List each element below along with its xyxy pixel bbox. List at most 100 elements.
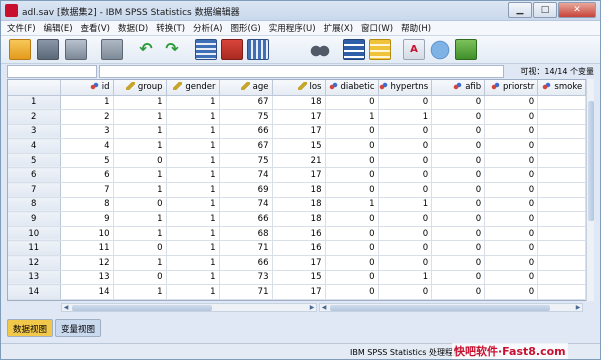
data-cell[interactable]: 0 [484, 167, 539, 184]
data-cell[interactable]: 0 [484, 153, 539, 169]
data-cell[interactable]: 15 [272, 138, 326, 154]
data-cell[interactable]: 0 [484, 240, 539, 257]
data-cell[interactable]: 0 [484, 270, 539, 286]
menu-graphs[interactable]: 图形(G) [228, 22, 266, 34]
data-cell[interactable]: 2 [60, 109, 114, 125]
data-cell[interactable]: 1 [166, 211, 220, 227]
data-cell[interactable]: 0 [378, 124, 433, 140]
data-cell[interactable]: 0 [325, 255, 379, 271]
data-cell[interactable]: 0 [484, 299, 539, 300]
data-cell[interactable] [537, 167, 587, 184]
data-cell[interactable]: 7 [60, 182, 114, 198]
data-cell[interactable]: 21 [272, 153, 326, 169]
data-cell[interactable]: 0 [378, 182, 433, 198]
data-cell[interactable]: 0 [431, 240, 486, 257]
horizontal-scroll-thumb-left[interactable] [72, 305, 212, 311]
data-cell[interactable]: 0 [325, 211, 379, 227]
data-cell[interactable]: 0 [378, 167, 433, 184]
data-cell[interactable]: 0 [484, 255, 539, 271]
data-cell[interactable]: 1 [166, 284, 220, 300]
menu-analyze[interactable]: 分析(A) [191, 22, 228, 34]
data-cell[interactable]: 0 [378, 240, 433, 257]
data-cell[interactable]: 1 [113, 211, 167, 227]
data-cell[interactable]: 0 [431, 255, 486, 271]
data-cell[interactable]: 8 [60, 197, 114, 213]
data-cell[interactable]: 13 [60, 270, 114, 286]
column-header-los[interactable]: los [272, 80, 326, 96]
dialog-recall-icon[interactable] [101, 39, 123, 60]
cell-value-field[interactable] [99, 65, 504, 78]
column-header-hypertns[interactable]: hypertns [378, 80, 433, 96]
data-cell[interactable]: 6 [60, 167, 114, 184]
data-cell[interactable]: 17 [272, 284, 326, 300]
data-cell[interactable]: 1 [325, 109, 379, 125]
data-cell[interactable]: 0 [325, 240, 379, 257]
data-cell[interactable]: 0 [325, 299, 379, 300]
data-cell[interactable] [537, 255, 587, 271]
horizontal-scrollbar-left[interactable]: ◀ ▶ [61, 303, 317, 312]
data-cell[interactable]: 66 [219, 255, 273, 271]
data-cell[interactable]: 75 [219, 299, 273, 300]
column-header-gender[interactable]: gender [166, 80, 220, 96]
data-cell[interactable]: 11 [60, 240, 114, 257]
data-cell[interactable]: 1 [325, 197, 379, 213]
data-cell[interactable]: 0 [431, 167, 486, 184]
data-grid[interactable]: id group gender age los diabetic hypertns afib p… [7, 79, 592, 301]
data-cell[interactable]: 0 [484, 124, 539, 140]
data-cell[interactable]: 0 [378, 95, 433, 111]
data-cell[interactable]: 0 [484, 197, 539, 213]
data-cell[interactable]: 0 [431, 153, 486, 169]
row-number[interactable]: 12 [8, 255, 61, 271]
data-cell[interactable]: 0 [325, 153, 379, 169]
data-cell[interactable]: 0 [113, 197, 167, 213]
data-cell[interactable]: 0 [113, 270, 167, 286]
row-number[interactable]: 1 [8, 95, 61, 111]
data-cell[interactable]: 0 [431, 138, 486, 154]
minimize-button[interactable]: ▁ [508, 2, 532, 18]
data-cell[interactable]: 66 [219, 124, 273, 140]
row-number[interactable]: 3 [8, 124, 61, 140]
data-cell[interactable]: 0 [484, 284, 539, 300]
data-cell[interactable]: 9 [60, 211, 114, 227]
data-cell[interactable]: 0 [484, 138, 539, 154]
data-cell[interactable]: 0 [484, 109, 539, 125]
close-button[interactable]: ✕ [558, 2, 596, 18]
data-cell[interactable]: 1 [113, 182, 167, 198]
data-cell[interactable]: 0 [431, 197, 486, 213]
data-cell[interactable]: 1 [113, 138, 167, 154]
data-cell[interactable]: 4 [60, 138, 114, 154]
maximize-button[interactable]: □ [533, 2, 557, 18]
print-icon[interactable] [65, 39, 87, 60]
data-cell[interactable]: 0 [431, 284, 486, 300]
data-cell[interactable]: 17 [272, 255, 326, 271]
data-cell[interactable]: 0 [378, 284, 433, 300]
column-header-id[interactable]: id [60, 80, 114, 96]
data-cell[interactable]: 1 [166, 255, 220, 271]
vertical-scrollbar[interactable] [586, 79, 594, 301]
horizontal-scrollbar-right[interactable]: ◀ ▶ [319, 303, 583, 312]
horizontal-scroll-thumb-right[interactable] [330, 305, 550, 311]
data-cell[interactable]: 0 [484, 226, 539, 242]
data-cell[interactable]: 1 [166, 95, 220, 111]
data-cell[interactable]: 74 [219, 197, 273, 213]
data-cell[interactable]: 1 [166, 167, 220, 184]
data-cell[interactable] [537, 95, 587, 111]
data-cell[interactable]: 0 [325, 95, 379, 111]
data-cell[interactable]: 75 [219, 109, 273, 125]
data-cell[interactable] [537, 109, 587, 125]
row-number[interactable]: 7 [8, 182, 61, 198]
data-cell[interactable]: 0 [484, 95, 539, 111]
data-cell[interactable]: 67 [219, 138, 273, 154]
data-cell[interactable]: 73 [219, 270, 273, 286]
data-cell[interactable]: 0 [431, 95, 486, 111]
data-cell[interactable]: 0 [325, 167, 379, 184]
data-cell[interactable]: 66 [219, 211, 273, 227]
menu-window[interactable]: 窗口(W) [359, 22, 399, 34]
data-cell[interactable]: 0 [431, 299, 486, 300]
data-cell[interactable] [537, 153, 587, 169]
data-cell[interactable]: 18 [272, 197, 326, 213]
redo-icon[interactable]: ↷ [161, 39, 183, 60]
data-cell[interactable]: 75 [219, 153, 273, 169]
data-cell[interactable]: 69 [219, 182, 273, 198]
menu-extensions[interactable]: 扩展(X) [322, 22, 359, 34]
